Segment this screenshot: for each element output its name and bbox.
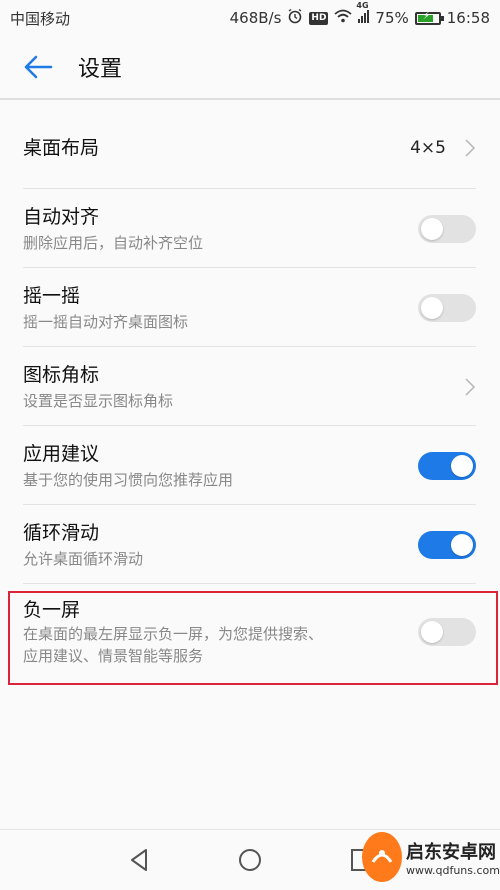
back-triangle-icon[interactable] xyxy=(124,844,156,876)
carrier-label: 中国移动 xyxy=(10,9,71,28)
icon-badge-subtitle: 设置是否显示图标角标 xyxy=(23,391,174,410)
app-suggest-title: 应用建议 xyxy=(23,442,100,465)
toggle-knob xyxy=(451,454,473,477)
shake-row[interactable]: 摇一摇 摇一摇自动对齐桌面图标 xyxy=(0,268,500,347)
app-suggest-subtitle: 基于您的使用习惯向您推荐应用 xyxy=(23,470,234,489)
desktop-layout-value: 4×5 xyxy=(410,137,446,158)
auto-align-toggle[interactable] xyxy=(418,214,476,243)
toggle-knob xyxy=(421,217,443,240)
page-title: 设置 xyxy=(78,57,123,82)
toggle-knob xyxy=(421,296,443,319)
app-bar: 设置 xyxy=(0,36,500,98)
watermark: 启东安卓网 www.qdfuns.com xyxy=(362,825,500,889)
charging-icon: ⚡ xyxy=(422,10,430,22)
chevron-right-icon xyxy=(465,377,476,396)
back-button[interactable] xyxy=(8,36,68,98)
watermark-logo-icon xyxy=(362,832,403,882)
loop-scroll-subtitle: 允许桌面循环滑动 xyxy=(23,549,144,568)
watermark-name: 启东安卓网 xyxy=(406,841,497,863)
icon-badge-row[interactable]: 图标角标 设置是否显示图标角标 xyxy=(0,347,500,426)
clock: 16:58 xyxy=(446,9,490,27)
auto-align-row[interactable]: 自动对齐 删除应用后，自动补齐空位 xyxy=(0,189,500,268)
shake-title: 摇一摇 xyxy=(23,284,81,307)
desktop-layout-title: 桌面布局 xyxy=(23,136,100,159)
app-bar-divider xyxy=(0,98,500,100)
watermark-url: www.qdfuns.com xyxy=(406,863,500,877)
shake-toggle[interactable] xyxy=(418,293,476,322)
battery-percent: 75% xyxy=(375,9,409,27)
arrow-left-icon xyxy=(24,55,53,79)
loop-scroll-toggle[interactable] xyxy=(418,530,476,559)
loop-scroll-row[interactable]: 循环滑动 允许桌面循环滑动 xyxy=(0,505,500,584)
highlight-annotation-box xyxy=(8,591,498,685)
icon-badge-title: 图标角标 xyxy=(23,363,100,386)
loop-scroll-title: 循环滑动 xyxy=(23,521,100,544)
toggle-knob xyxy=(451,533,473,556)
battery-icon: ⚡ xyxy=(414,10,444,25)
cellular-signal-icon: 4G xyxy=(356,1,370,27)
net-speed: 468B/s xyxy=(229,9,282,27)
auto-align-title: 自动对齐 xyxy=(23,205,100,228)
app-suggest-row[interactable]: 应用建议 基于您的使用习惯向您推荐应用 xyxy=(0,426,500,505)
chevron-right-icon xyxy=(465,138,476,157)
status-bar: 中国移动 468B/s HD 4G 75% ⚡ 16:58 xyxy=(0,0,500,36)
network-type-label: 4G xyxy=(356,1,369,10)
app-suggest-toggle[interactable] xyxy=(418,451,476,480)
auto-align-subtitle: 删除应用后，自动补齐空位 xyxy=(23,233,204,252)
desktop-layout-row[interactable]: 桌面布局 4×5 xyxy=(0,106,500,189)
home-circle-icon[interactable] xyxy=(234,844,266,876)
hd-icon: HD xyxy=(309,11,329,25)
status-indicators: 468B/s HD 4G 75% ⚡ 16:58 xyxy=(229,1,490,28)
wifi-icon xyxy=(334,9,353,27)
alarm-icon xyxy=(287,8,303,28)
shake-subtitle: 摇一摇自动对齐桌面图标 xyxy=(23,312,189,331)
